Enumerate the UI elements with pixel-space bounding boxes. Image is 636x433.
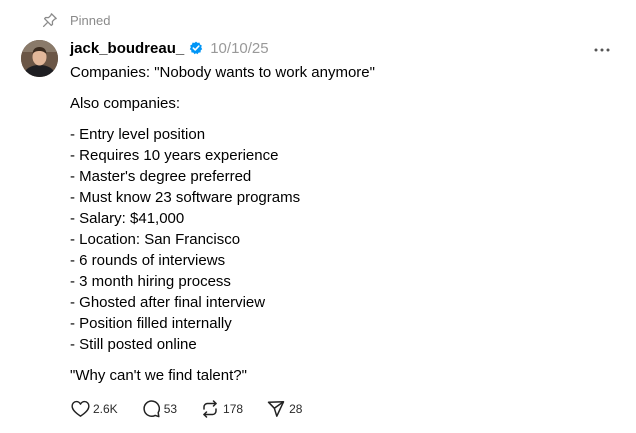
pin-icon [41,12,58,29]
post-body: Companies: "Nobody wants to work anymore… [70,62,610,386]
reply-button[interactable]: 53 [141,399,177,419]
heart-icon [70,399,90,419]
post-paragraph: Also companies: [70,95,181,112]
more-options-button[interactable] [590,40,614,56]
post-timestamp[interactable]: 10/10/25 [210,40,268,57]
repost-icon [200,399,220,419]
avatar[interactable] [21,40,58,77]
list-item: - 6 rounds of interviews [70,252,226,269]
list-item: - Must know 23 software programs [70,189,301,206]
comment-icon [141,399,161,419]
verified-badge-icon [189,41,203,55]
list-item: - Location: San Francisco [70,231,241,248]
list-item: - Requires 10 years experience [70,147,279,164]
pinned-label: Pinned [70,12,111,28]
list-item: - Position filled internally [70,315,232,332]
like-count: 2.6K [93,402,118,416]
share-icon [266,399,286,419]
post-closing: "Why can't we find talent?" [70,367,247,384]
more-options-icon [594,39,610,57]
reply-count: 53 [163,402,178,416]
repost-button[interactable]: 178 [200,399,243,419]
username[interactable]: jack_boudreau_ [70,40,184,57]
list-item: - Master's degree preferred [70,168,252,185]
share-button[interactable]: 28 [266,399,302,419]
list-item: - Still posted online [70,336,197,353]
post-paragraph: Companies: "Nobody wants to work anymore… [70,64,375,81]
pinned-indicator: Pinned [41,10,110,30]
like-button[interactable]: 2.6K [70,399,118,419]
list-item: - Salary: $41,000 [70,210,185,227]
repost-count: 178 [223,402,244,416]
list-item: - 3 month hiring process [70,273,231,290]
list-item: - Entry level position [70,126,206,143]
post-actions: 2.6K 53 178 28 [70,398,302,420]
list-item: - Ghosted after final interview [70,294,266,311]
share-count: 28 [289,402,303,416]
post-header: jack_boudreau_ 10/10/25 [70,38,269,58]
